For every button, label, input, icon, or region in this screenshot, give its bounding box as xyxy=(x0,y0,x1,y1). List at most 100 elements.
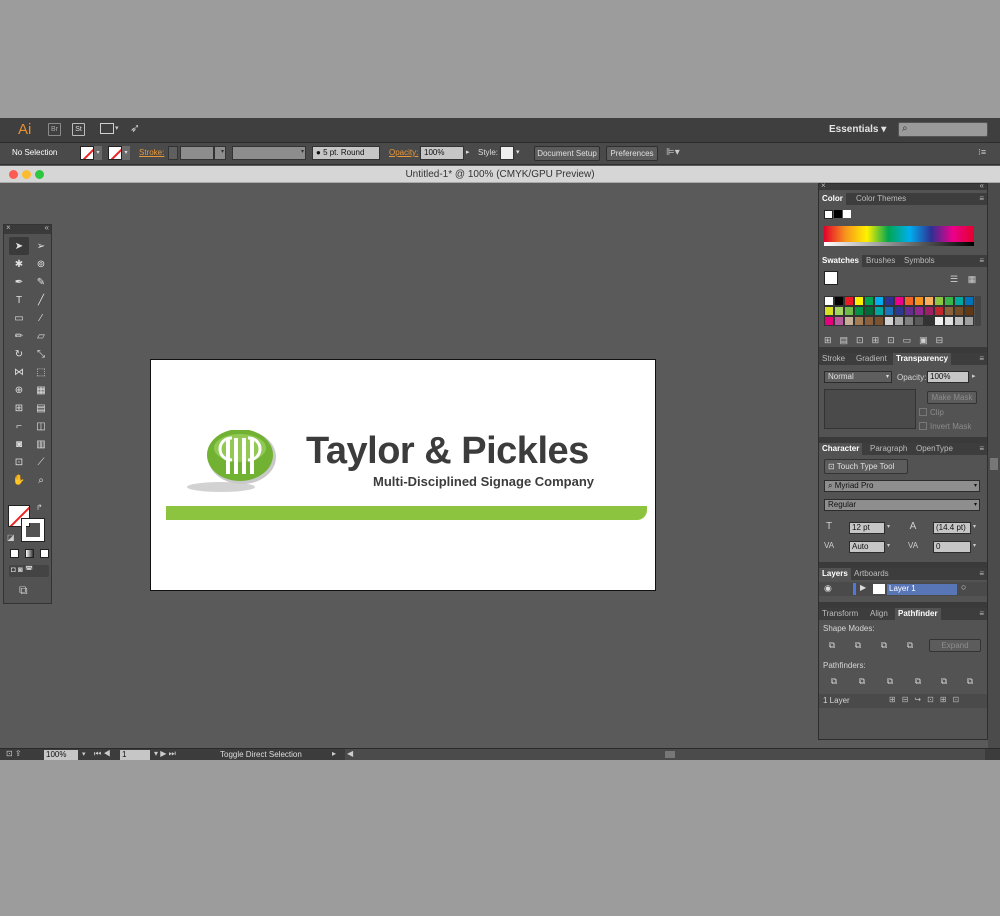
chevron-down-icon[interactable]: ▾ xyxy=(973,523,976,530)
drawing-modes[interactable]: ◘ ◙ ◚ xyxy=(9,565,49,577)
panel-group-header[interactable]: × « xyxy=(819,181,987,190)
shape-builder-tool[interactable]: ⊕ xyxy=(9,381,29,399)
perspective-grid-tool[interactable]: ▦ xyxy=(31,381,51,399)
color-spectrum-gray[interactable] xyxy=(824,242,974,246)
stroke-label[interactable]: Stroke: xyxy=(139,148,164,157)
opacity-field[interactable]: 100% xyxy=(927,371,969,383)
tracking-field[interactable]: 0 xyxy=(933,541,971,553)
status-icons[interactable]: ⊡ ⇪ xyxy=(6,749,22,758)
blend-tool[interactable]: ◫ xyxy=(31,417,51,435)
opacity-label[interactable]: Opacity: xyxy=(389,148,418,157)
gpu-performance-icon[interactable]: ➶ xyxy=(130,121,140,135)
mesh-tool[interactable]: ⊞ xyxy=(9,399,29,417)
list-view-icon[interactable]: ☰ xyxy=(949,274,959,284)
panel-menu-icon[interactable]: ≡ xyxy=(979,608,984,620)
swatch[interactable] xyxy=(964,306,974,316)
expand-layer-icon[interactable]: ▶ xyxy=(860,583,866,592)
swatch[interactable] xyxy=(944,296,954,306)
make-mask-button[interactable]: Make Mask xyxy=(927,391,977,404)
font-family-select[interactable]: ⌕ Myriad Pro ▾ xyxy=(824,480,980,492)
chevron-down-icon[interactable]: ▾ xyxy=(82,750,86,758)
lasso-tool[interactable]: ⊚ xyxy=(31,255,51,273)
crop-icon[interactable]: ⧉ xyxy=(913,676,923,686)
swatch[interactable] xyxy=(844,296,854,306)
minus-front-icon[interactable]: ⧉ xyxy=(853,640,863,650)
selection-tool[interactable]: ➤ xyxy=(9,237,29,255)
direct-selection-tool[interactable]: ➢ xyxy=(31,237,51,255)
swatch[interactable] xyxy=(864,316,874,326)
panel-menu-icon[interactable]: ≡ xyxy=(979,568,984,580)
stroke-weight-stepper[interactable] xyxy=(168,146,178,160)
leading-field[interactable]: (14.4 pt) xyxy=(933,522,971,534)
thumbnail-view-icon[interactable]: ▦ xyxy=(967,274,977,284)
fill-stroke-widget[interactable]: ↱ ◪ xyxy=(7,503,48,545)
artboard-nav-next[interactable]: ▾ ▶ ⏭ xyxy=(154,749,176,759)
slice-tool[interactable]: ⟋ xyxy=(31,453,51,471)
swatch[interactable] xyxy=(924,296,934,306)
chevron-down-icon[interactable]: ▾ xyxy=(887,523,890,530)
font-style-select[interactable]: Regular ▾ xyxy=(824,499,980,511)
swatch[interactable] xyxy=(884,316,894,326)
kerning-field[interactable]: Auto xyxy=(849,541,885,553)
swatch[interactable] xyxy=(914,316,924,326)
stroke-weight-field[interactable] xyxy=(180,146,214,160)
swatch[interactable] xyxy=(954,296,964,306)
outline-icon[interactable]: ⧉ xyxy=(939,676,949,686)
zoom-tool[interactable]: ⌕ xyxy=(31,471,51,489)
swatch[interactable] xyxy=(874,306,884,316)
chevron-down-icon[interactable]: ▾ xyxy=(115,124,119,132)
variable-width-profile[interactable]: ▾ xyxy=(232,146,306,160)
eraser-tool[interactable]: ▱ xyxy=(31,327,51,345)
chevron-down-icon[interactable]: ▾ xyxy=(887,542,890,549)
swatch[interactable] xyxy=(944,306,954,316)
swatch[interactable] xyxy=(874,296,884,306)
merge-icon[interactable]: ⧉ xyxy=(885,676,895,686)
bridge-icon[interactable]: Br xyxy=(48,123,61,136)
swatch-scrollbar[interactable] xyxy=(975,296,981,326)
swatch[interactable] xyxy=(864,306,874,316)
swatch[interactable] xyxy=(834,316,844,326)
swatch[interactable] xyxy=(944,316,954,326)
fill-swatch[interactable] xyxy=(80,146,94,160)
tab-symbols[interactable]: Symbols xyxy=(901,255,938,267)
chevron-down-icon[interactable]: ▾ xyxy=(122,146,130,160)
workspace-switcher[interactable]: Essentials ▾ xyxy=(829,124,886,135)
swatch[interactable] xyxy=(894,316,904,326)
default-colors-icon[interactable]: ◪ xyxy=(7,533,15,542)
panel-menu-icon[interactable]: ≡ xyxy=(979,443,984,455)
color-spectrum[interactable] xyxy=(824,226,974,242)
exclude-icon[interactable]: ⧉ xyxy=(905,640,915,650)
horizontal-scrollbar[interactable]: ◀ xyxy=(345,749,985,760)
swatch[interactable] xyxy=(904,296,914,306)
artboard[interactable]: Taylor & Pickles Multi-Disciplined Signa… xyxy=(150,359,656,591)
chevron-left-icon[interactable]: ◀ xyxy=(347,749,353,758)
status-menu-icon[interactable]: ▸ xyxy=(332,749,336,758)
swatch[interactable] xyxy=(914,306,924,316)
tab-layers[interactable]: Layers xyxy=(819,568,851,580)
symbol-sprayer-tool[interactable]: ◙ xyxy=(9,435,29,453)
scale-tool[interactable]: ⤡ xyxy=(31,345,51,363)
divide-icon[interactable]: ⧉ xyxy=(829,676,839,686)
collapse-icon[interactable]: « xyxy=(980,181,984,190)
clip-checkbox[interactable] xyxy=(919,408,927,416)
magic-wand-tool[interactable]: ✱ xyxy=(9,255,29,273)
vertical-scrollbar[interactable] xyxy=(988,183,1000,748)
swatch[interactable] xyxy=(894,306,904,316)
panel-menu-icon[interactable]: ≡ xyxy=(979,193,984,205)
swatch[interactable] xyxy=(894,296,904,306)
tab-brushes[interactable]: Brushes xyxy=(863,255,898,267)
opacity-field[interactable]: 100% xyxy=(420,146,464,160)
tab-align[interactable]: Align xyxy=(867,608,891,620)
tab-transparency[interactable]: Transparency xyxy=(893,353,952,365)
paintbrush-tool[interactable]: ⁄ xyxy=(31,309,51,327)
swatch[interactable] xyxy=(964,316,974,326)
pen-tool[interactable]: ✒ xyxy=(9,273,29,291)
trim-icon[interactable]: ⧉ xyxy=(857,676,867,686)
swatch[interactable] xyxy=(934,296,944,306)
screen-mode-icon[interactable]: ⧉ xyxy=(19,583,28,598)
intersect-icon[interactable]: ⧉ xyxy=(879,640,889,650)
swatch[interactable] xyxy=(954,306,964,316)
swap-icon[interactable]: ↱ xyxy=(36,503,43,512)
swatch[interactable] xyxy=(884,296,894,306)
swatch[interactable] xyxy=(854,296,864,306)
